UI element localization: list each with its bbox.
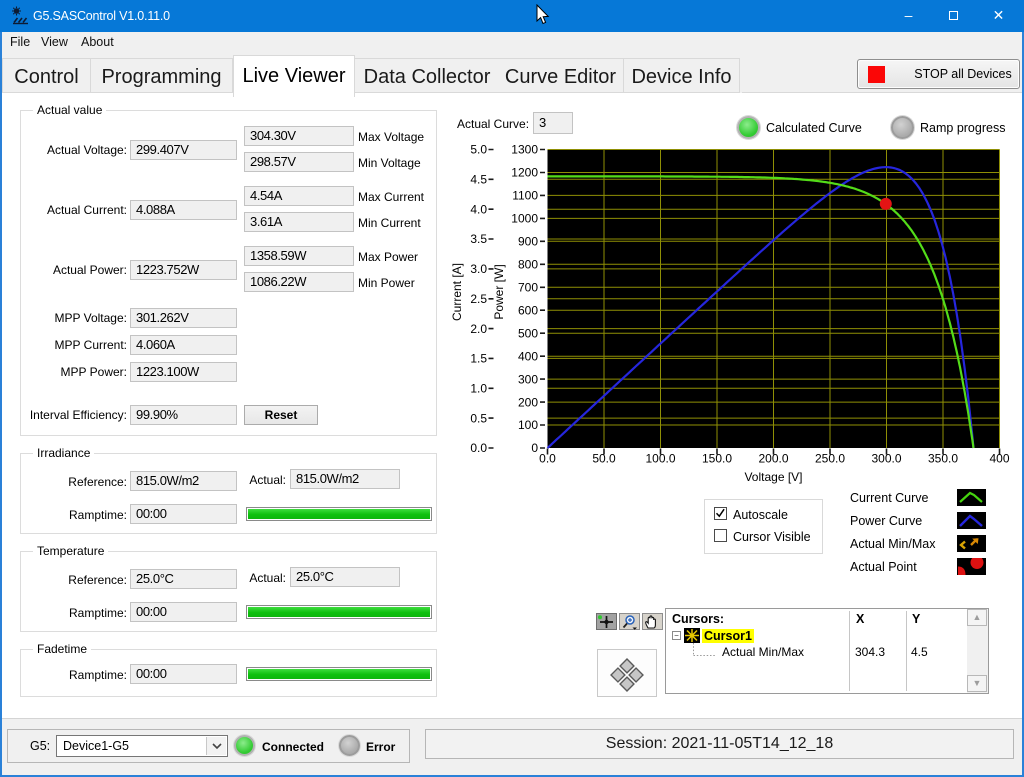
- svg-text:2.0: 2.0: [470, 322, 487, 336]
- svg-text:0.5: 0.5: [470, 411, 487, 425]
- svg-text:50.0: 50.0: [592, 452, 616, 466]
- svg-text:Voltage [V]: Voltage [V]: [744, 470, 802, 484]
- svg-text:250.0: 250.0: [815, 452, 845, 466]
- svg-text:150.0: 150.0: [702, 452, 732, 466]
- svg-text:5.0: 5.0: [470, 143, 487, 157]
- svg-text:300.0: 300.0: [871, 452, 901, 466]
- svg-text:4.0: 4.0: [470, 202, 487, 216]
- svg-text:3.0: 3.0: [470, 262, 487, 276]
- svg-text:100.0: 100.0: [645, 452, 675, 466]
- svg-text:600: 600: [518, 303, 538, 317]
- svg-text:200.0: 200.0: [758, 452, 788, 466]
- svg-text:350.0: 350.0: [928, 452, 958, 466]
- svg-text:800: 800: [518, 258, 538, 272]
- svg-text:Power [W]: Power [W]: [492, 264, 506, 319]
- svg-text:0: 0: [531, 441, 538, 455]
- svg-text:1200: 1200: [511, 166, 538, 180]
- svg-text:4.5: 4.5: [470, 173, 487, 187]
- svg-text:1100: 1100: [512, 189, 538, 203]
- svg-text:900: 900: [518, 235, 538, 249]
- svg-text:100: 100: [518, 418, 538, 432]
- svg-text:1.5: 1.5: [470, 352, 487, 366]
- svg-text:2.5: 2.5: [470, 292, 487, 306]
- svg-text:1300: 1300: [511, 143, 538, 157]
- svg-text:300: 300: [518, 372, 538, 386]
- svg-text:1.0: 1.0: [470, 382, 487, 396]
- svg-text:0.0: 0.0: [470, 441, 487, 455]
- svg-text:200: 200: [518, 395, 538, 409]
- svg-text:1000: 1000: [511, 212, 538, 226]
- svg-text:3.5: 3.5: [470, 232, 487, 246]
- svg-text:0.0: 0.0: [539, 452, 556, 466]
- svg-text:Current [A]: Current [A]: [450, 263, 464, 321]
- svg-text:700: 700: [518, 281, 538, 295]
- svg-text:500: 500: [518, 326, 538, 340]
- svg-text:400: 400: [518, 349, 538, 363]
- svg-text:400: 400: [989, 452, 1009, 466]
